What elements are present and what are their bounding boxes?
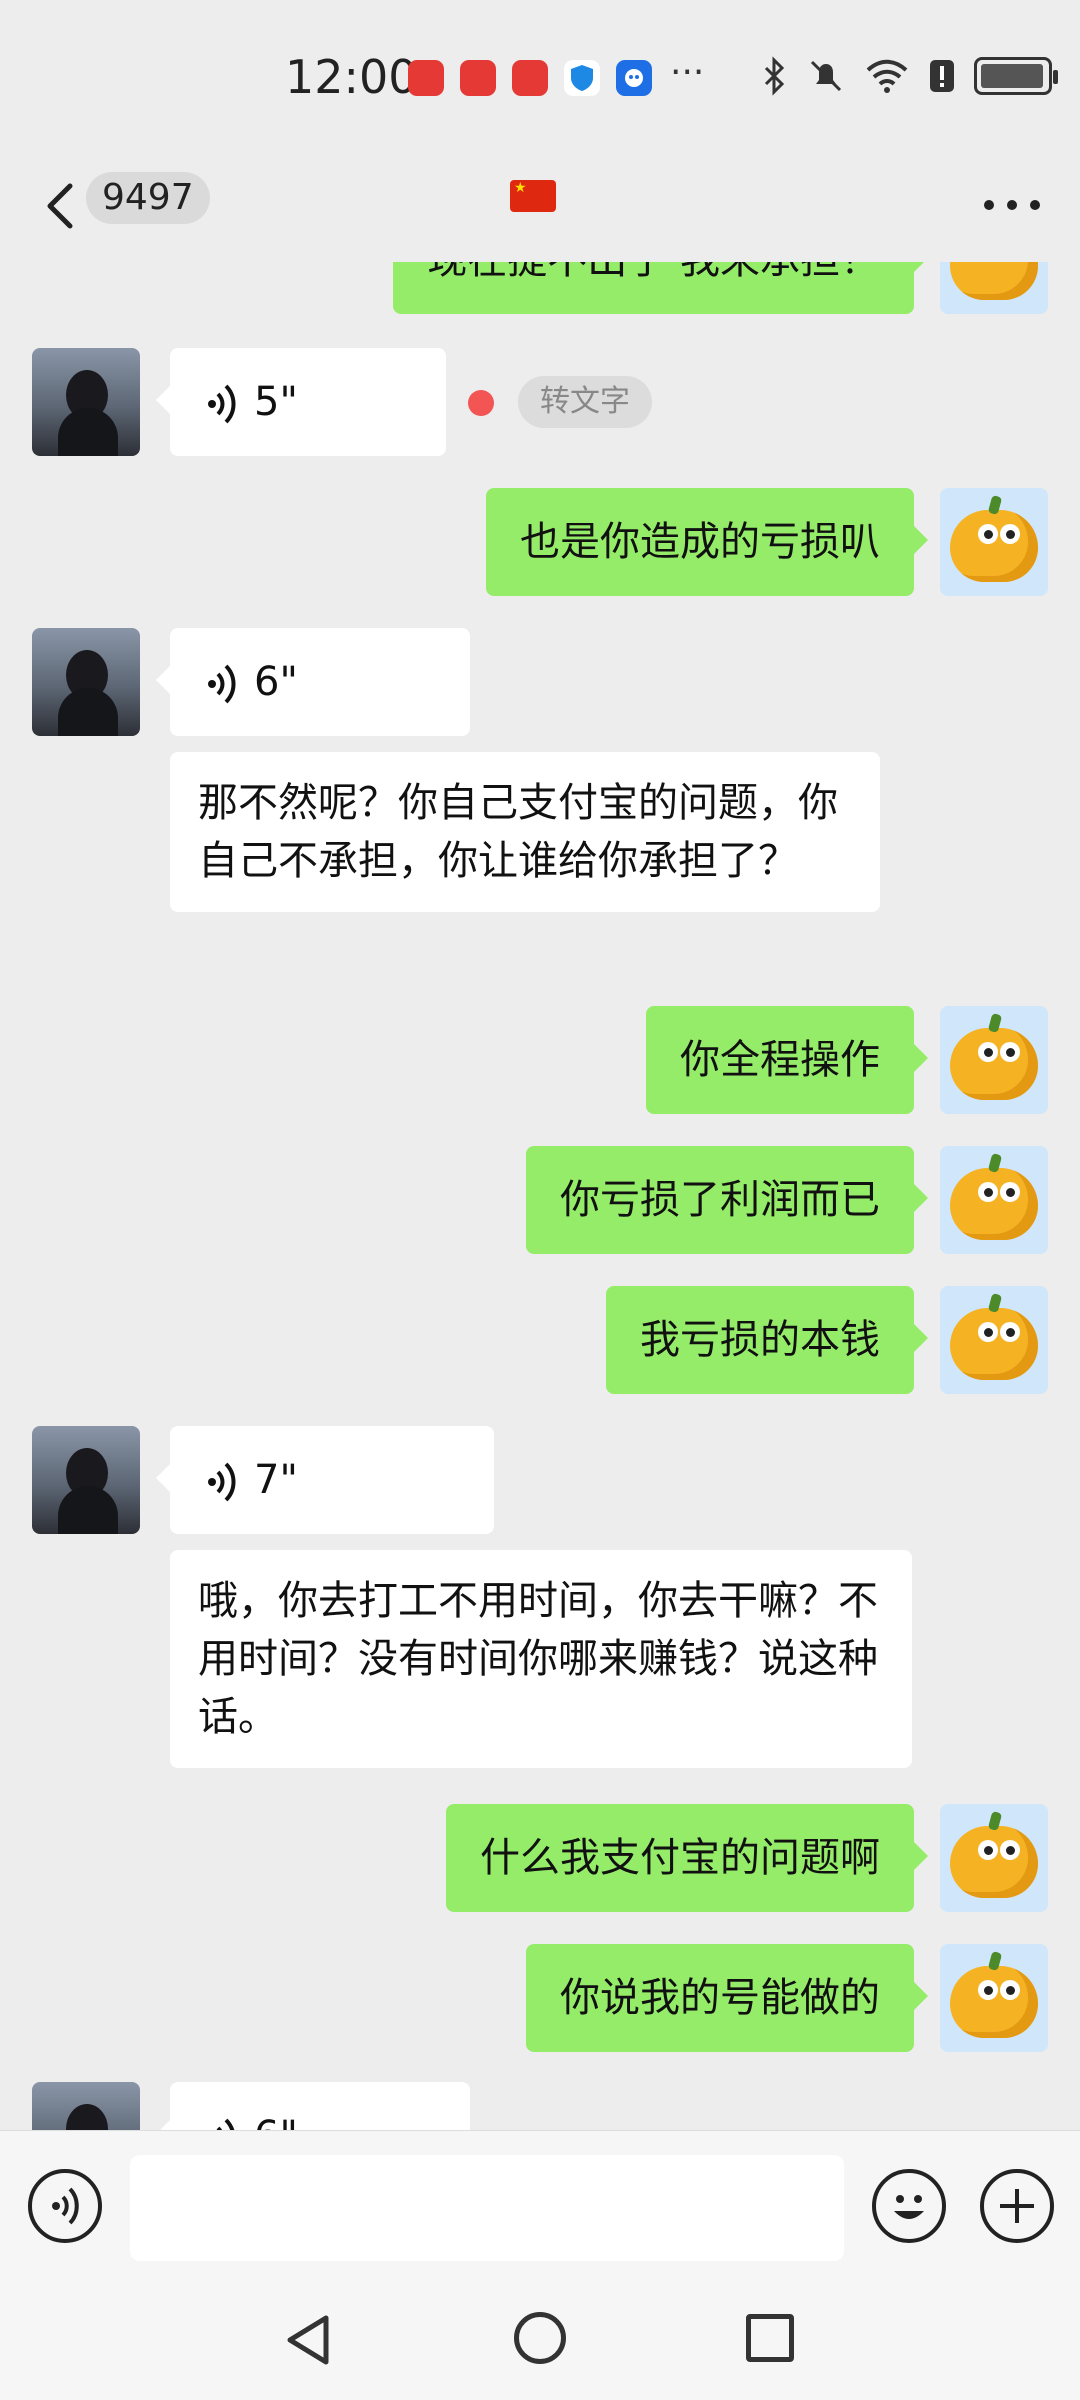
shield-app-icon <box>564 60 600 96</box>
nav-home-icon[interactable] <box>514 2312 566 2364</box>
back-arrow-icon[interactable] <box>40 180 80 232</box>
voice-wave-icon <box>216 2118 235 2130</box>
voice-message[interactable]: 5" <box>156 348 446 456</box>
plus-icon <box>1000 2189 1034 2223</box>
china-flag-icon <box>510 180 556 212</box>
voice-input-button[interactable] <box>28 2169 102 2243</box>
nav-recents-icon[interactable] <box>746 2314 794 2362</box>
emoji-button[interactable] <box>872 2169 946 2243</box>
voice-duration: 6" <box>254 659 298 705</box>
bluetooth-icon <box>764 56 785 96</box>
message-bubble-me[interactable]: 你亏损了利润而已 <box>526 1146 928 1254</box>
my-avatar[interactable] <box>940 1804 1048 1912</box>
message-input[interactable] <box>130 2155 844 2261</box>
voice-message[interactable]: 6" <box>156 2082 470 2130</box>
my-avatar[interactable] <box>940 1146 1048 1254</box>
status-time: 12:00 <box>285 50 418 104</box>
huawei-app-icon <box>408 60 444 96</box>
more-dots-icon[interactable] <box>984 190 1040 220</box>
voice-duration: 6" <box>254 2113 298 2130</box>
more-notifications-indicator: ··· <box>670 52 705 93</box>
wifi-icon <box>866 59 908 93</box>
message-bubble-me[interactable]: 我亏损的本钱 <box>606 1286 928 1394</box>
input-bar <box>0 2130 1080 2276</box>
message-bubble-me[interactable]: 现在提不出了 我来承担！ <box>393 262 928 314</box>
mute-icon <box>810 60 842 92</box>
voice-duration: 7" <box>254 1457 298 1503</box>
my-avatar[interactable] <box>940 1944 1048 2052</box>
voice-wave-icon <box>208 1462 236 1502</box>
unread-count-badge[interactable]: 9497 <box>86 172 210 224</box>
message-bubble-them[interactable]: 那不然呢？你自己支付宝的问题，你自己不承担，你让谁给你承担了？ <box>170 752 880 912</box>
voice-message[interactable]: 7" <box>156 1426 494 1534</box>
notification-icons <box>408 60 652 96</box>
smiley-icon <box>894 2195 924 2219</box>
my-avatar[interactable] <box>940 1006 1048 1114</box>
contact-avatar[interactable] <box>32 348 140 456</box>
huawei-app-icon <box>512 60 548 96</box>
message-bubble-me[interactable]: 也是你造成的亏损叭 <box>486 488 928 596</box>
voice-duration: 5" <box>254 379 298 425</box>
unread-voice-dot <box>468 390 494 416</box>
message-list[interactable]: 现在提不出了 我来承担！ 5" 转文字 也是你造成的亏损叭 6" 那不然呢？你自… <box>0 262 1080 2130</box>
message-bubble-them[interactable]: 哦，你去打工不用时间，你去干嘛？不用时间？没有时间你哪来赚钱？说这种话。 <box>170 1550 912 1768</box>
message-bubble-me[interactable]: 什么我支付宝的问题啊 <box>446 1804 928 1912</box>
voice-wave-icon <box>208 384 236 424</box>
robot-app-icon <box>616 60 652 96</box>
my-avatar[interactable] <box>940 1286 1048 1394</box>
contact-avatar[interactable] <box>32 1426 140 1534</box>
my-avatar[interactable] <box>940 262 1048 314</box>
voice-wave-icon <box>52 2187 79 2225</box>
voice-wave-icon <box>208 664 236 704</box>
system-nav-bar <box>0 2276 1080 2400</box>
contact-avatar[interactable] <box>32 2082 140 2130</box>
message-bubble-me[interactable]: 你全程操作 <box>646 1006 928 1114</box>
status-bar: 12:00 ··· <box>0 0 1080 150</box>
more-actions-button[interactable] <box>980 2169 1054 2243</box>
battery-icon <box>974 57 1058 95</box>
nav-back-icon[interactable] <box>282 2312 334 2368</box>
voice-message[interactable]: 6" <box>156 628 470 736</box>
huawei-app-icon <box>460 60 496 96</box>
system-icons <box>760 56 1058 96</box>
alert-icon <box>930 60 954 92</box>
chat-header: 9497 <box>0 150 1080 262</box>
convert-to-text-button[interactable]: 转文字 <box>518 376 652 428</box>
contact-avatar[interactable] <box>32 628 140 736</box>
my-avatar[interactable] <box>940 488 1048 596</box>
message-bubble-me[interactable]: 你说我的号能做的 <box>526 1944 928 2052</box>
